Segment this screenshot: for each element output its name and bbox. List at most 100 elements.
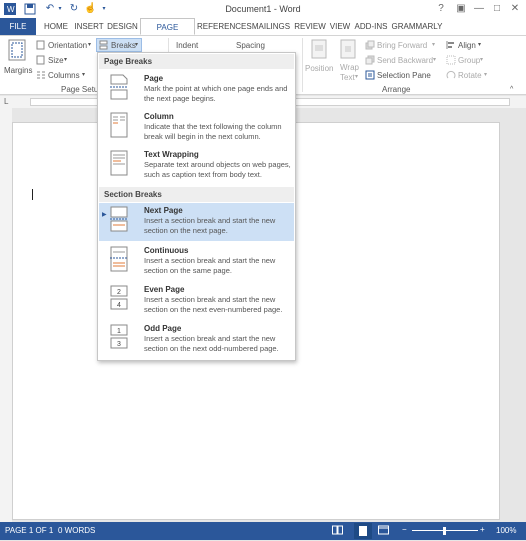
- maximize-button[interactable]: □: [488, 2, 506, 16]
- menu-item-title: Continuous: [144, 246, 189, 255]
- title-bar: W ↶ ▾ ↻ ☝ ▾ Document1 - Word ? ▣ — □ ✕: [0, 0, 526, 18]
- menu-item-desc: Insert a section break and start the new…: [144, 216, 276, 235]
- wrap-text-label-2[interactable]: Text: [340, 73, 355, 82]
- continuous-icon: [109, 246, 129, 272]
- size-button[interactable]: Size: [48, 56, 64, 65]
- group-page-setup-label: Page Setu: [61, 85, 99, 94]
- columns-button[interactable]: Columns: [48, 71, 80, 80]
- ribbon-tabs: FILE HOME INSERT DESIGN PAGE LAYOUT REFE…: [0, 18, 526, 49]
- group-icon: [446, 55, 456, 67]
- orientation-dropdown-icon[interactable]: ▾: [88, 41, 91, 48]
- zoom-level[interactable]: 100%: [496, 526, 516, 535]
- orientation-button[interactable]: Orientation: [48, 41, 87, 50]
- position-button[interactable]: Position: [305, 64, 333, 73]
- even-page-icon: 24: [109, 285, 129, 311]
- columns-dropdown-icon[interactable]: ▾: [82, 71, 85, 78]
- breaks-dropdown-icon: ▾: [135, 42, 139, 48]
- tab-selector-icon[interactable]: L: [4, 97, 8, 106]
- group-arrange-label: Arrange: [382, 85, 411, 94]
- menu-item-odd-page[interactable]: 1 3 Odd Page Insert a section break and s…: [99, 321, 294, 359]
- tab-grammarly[interactable]: GRAMMARLY: [391, 18, 443, 35]
- group-dropdown-icon[interactable]: ▾: [480, 56, 483, 63]
- menu-item-title: Next Page: [144, 206, 183, 215]
- align-icon: [446, 40, 456, 52]
- page-breaks-header: Page Breaks: [99, 54, 294, 69]
- menu-item-desc: Separate text around objects on web page…: [144, 160, 291, 179]
- menu-item-column[interactable]: Column Indicate that the text following …: [99, 109, 294, 147]
- zoom-out-button[interactable]: −: [402, 525, 407, 534]
- rotate-icon: [446, 70, 456, 82]
- zoom-slider-thumb[interactable]: [443, 527, 446, 535]
- tab-references[interactable]: REFERENCES: [197, 18, 252, 35]
- tab-add-ins[interactable]: ADD-INS: [353, 18, 389, 35]
- ribbon-display-icon[interactable]: ▣: [452, 2, 470, 16]
- selected-pointer-icon: ▶: [102, 212, 107, 218]
- menu-item-text-wrapping[interactable]: Text Wrapping Separate text around objec…: [99, 147, 294, 185]
- menu-item-title: Even Page: [144, 285, 185, 294]
- margins-button[interactable]: Margins: [4, 66, 32, 75]
- bring-forward-dropdown-icon[interactable]: ▾: [432, 41, 435, 48]
- send-backward-dropdown-icon[interactable]: ▾: [433, 56, 436, 63]
- selection-pane-icon: [365, 70, 375, 82]
- align-button[interactable]: Align: [458, 41, 476, 50]
- menu-item-desc: Mark the point at which one page ends an…: [144, 84, 288, 103]
- menu-item-title: Page: [144, 74, 164, 83]
- breaks-label: Breaks: [111, 41, 136, 50]
- help-button[interactable]: ?: [432, 2, 450, 16]
- group-button[interactable]: Group: [458, 56, 480, 65]
- tab-file[interactable]: FILE: [0, 18, 36, 35]
- menu-item-title: Odd Page: [144, 324, 182, 333]
- print-layout-icon[interactable]: [354, 523, 372, 539]
- tab-view[interactable]: VIEW: [328, 18, 352, 35]
- word-count[interactable]: 0 WORDS: [58, 526, 95, 535]
- wrap-text-label-1[interactable]: Wrap: [340, 63, 359, 72]
- close-button[interactable]: ✕: [506, 2, 524, 16]
- align-dropdown-icon[interactable]: ▾: [478, 41, 481, 48]
- rotate-button[interactable]: Rotate: [458, 71, 482, 80]
- web-layout-icon[interactable]: [378, 525, 389, 537]
- send-backward-icon: [365, 55, 375, 67]
- menu-item-desc: Insert a section break and start the new…: [144, 256, 276, 275]
- zoom-in-button[interactable]: +: [480, 525, 485, 534]
- page-count[interactable]: PAGE 1 OF 1: [5, 526, 53, 535]
- tab-mailings[interactable]: MAILINGS: [250, 18, 292, 35]
- size-icon: [36, 55, 45, 67]
- menu-item-desc: Insert a section break and start the new…: [144, 334, 279, 353]
- tab-page-layout[interactable]: PAGE LAYOUT: [140, 18, 195, 49]
- margins-icon[interactable]: [8, 39, 26, 61]
- position-icon[interactable]: [311, 39, 327, 59]
- svg-text:3: 3: [117, 341, 121, 348]
- vertical-ruler[interactable]: [0, 108, 12, 522]
- columns-icon: [36, 70, 46, 82]
- menu-item-desc: Insert a section break and start the new…: [144, 295, 283, 314]
- bring-forward-icon: [365, 40, 375, 52]
- wrap-text-icon[interactable]: [340, 39, 356, 59]
- menu-item-continuous[interactable]: Continuous Insert a section break and st…: [99, 243, 294, 281]
- rotate-dropdown-icon[interactable]: ▾: [484, 71, 487, 78]
- tab-home[interactable]: HOME: [40, 18, 72, 35]
- menu-item-title: Column: [144, 112, 174, 121]
- svg-text:1: 1: [117, 328, 121, 335]
- next-page-icon: [109, 206, 129, 232]
- minimize-button[interactable]: —: [470, 2, 488, 16]
- breaks-icon: [99, 40, 108, 52]
- section-breaks-header: Section Breaks: [99, 187, 294, 202]
- wrap-text-dropdown-icon[interactable]: ▾: [355, 73, 358, 80]
- status-bar: PAGE 1 OF 1 0 WORDS − + 100%: [0, 522, 526, 540]
- read-mode-icon[interactable]: [332, 525, 343, 537]
- breaks-button[interactable]: Breaks ▾: [96, 38, 142, 52]
- size-dropdown-icon[interactable]: ▾: [64, 56, 67, 63]
- text-cursor: [32, 189, 33, 200]
- menu-item-page[interactable]: Page Mark the point at which one page en…: [99, 71, 294, 109]
- selection-pane-button[interactable]: Selection Pane: [377, 71, 431, 80]
- tab-design[interactable]: DESIGN: [105, 18, 140, 35]
- spacing-label: Spacing: [236, 41, 265, 50]
- bring-forward-button[interactable]: Bring Forward: [377, 41, 427, 50]
- send-backward-button[interactable]: Send Backward: [377, 56, 433, 65]
- tab-review[interactable]: REVIEW: [294, 18, 326, 35]
- menu-item-next-page[interactable]: ▶ Next Page Insert a section break and s…: [99, 203, 294, 241]
- svg-text:2: 2: [117, 289, 121, 296]
- menu-item-even-page[interactable]: 24 Even Page Insert a section break and …: [99, 282, 294, 320]
- collapse-ribbon-icon[interactable]: ^: [510, 86, 513, 93]
- tab-insert[interactable]: INSERT: [73, 18, 105, 35]
